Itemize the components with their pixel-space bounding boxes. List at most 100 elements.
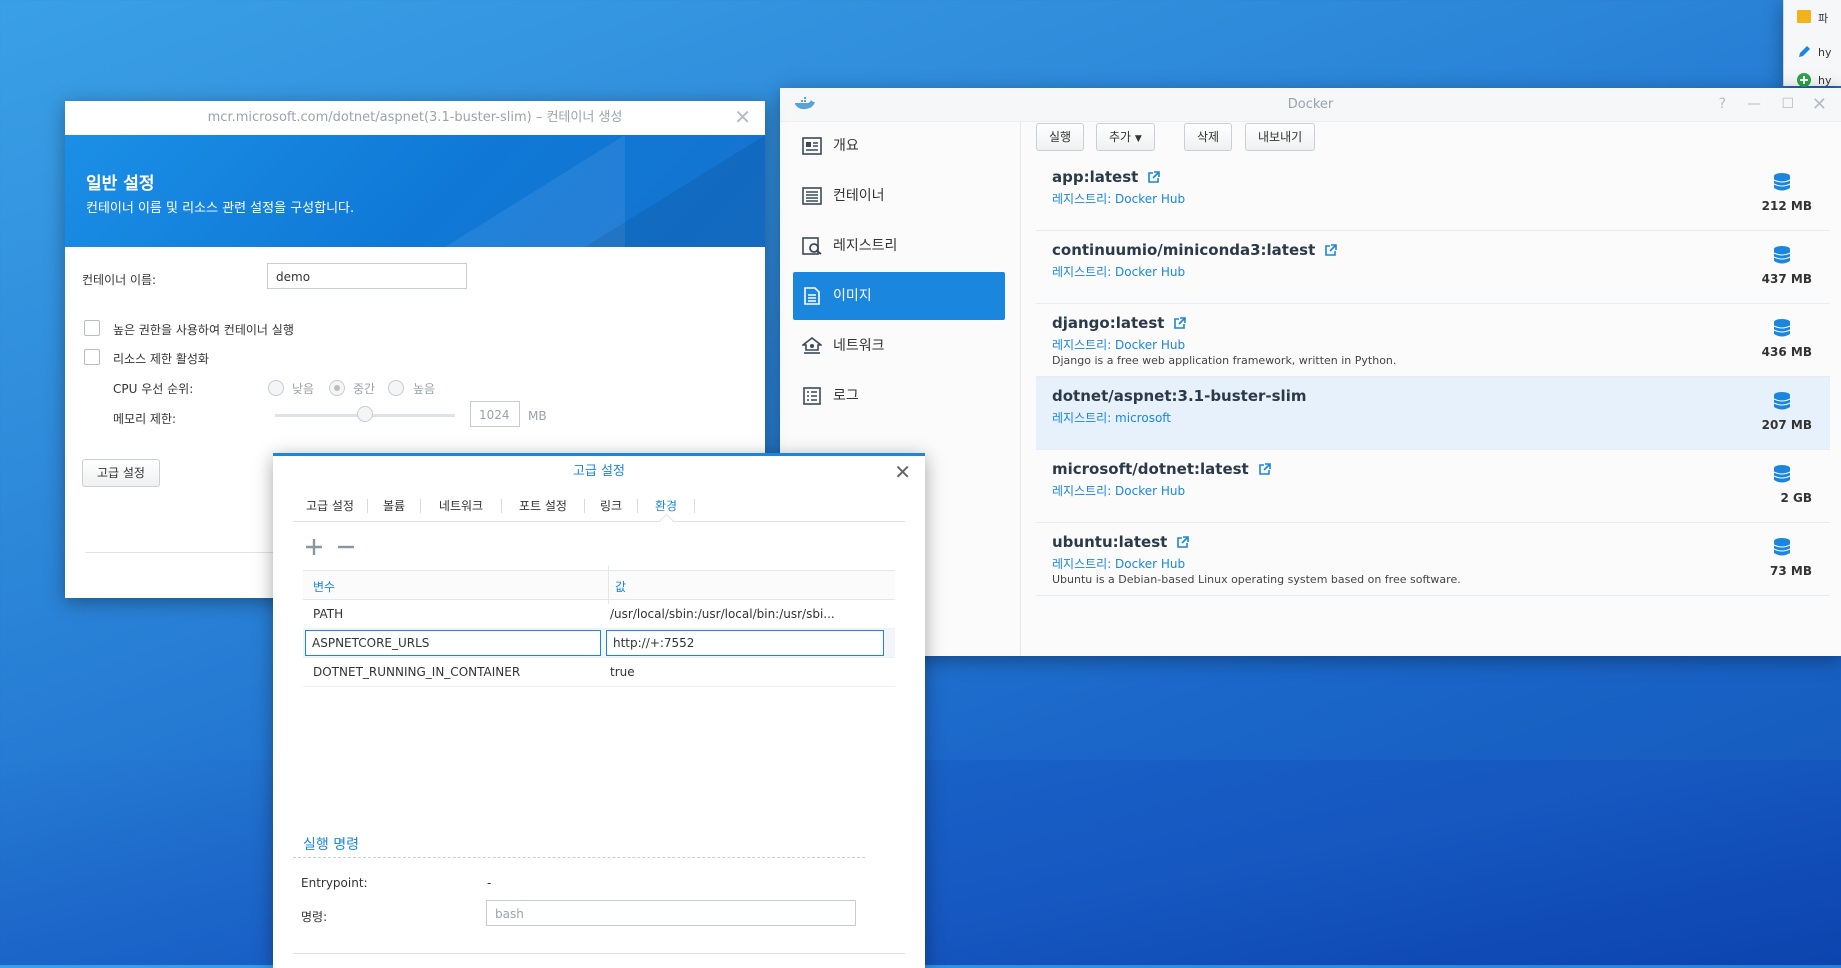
network-icon	[802, 337, 822, 354]
environment-grid: 변수 값 PATH /usr/local/sbin:/usr/local/bin…	[303, 566, 895, 687]
image-name-text: ubuntu:latest	[1052, 533, 1168, 551]
table-row[interactable]: PATH /usr/local/sbin:/usr/local/bin:/usr…	[303, 600, 895, 629]
image-size: 207 MB	[1761, 418, 1812, 432]
docker-whale-icon	[795, 97, 815, 110]
env-value-cell: true	[610, 665, 635, 679]
help-icon[interactable]: ?	[1719, 88, 1726, 121]
database-icon	[1773, 465, 1791, 483]
sidebar-item-container[interactable]: 컨테이너	[793, 172, 1005, 220]
entrypoint-label: Entrypoint:	[301, 876, 368, 890]
external-link-icon[interactable]	[1148, 171, 1161, 183]
image-list-item[interactable]: app:latest 레지스트리: Docker Hub 212 MB	[1036, 158, 1830, 231]
table-row[interactable]: ASPNETCORE_URLS http://+:7552	[303, 629, 895, 658]
advanced-tabs: 고급 설정 볼륨 네트워크 포트 설정 링크 환경	[293, 491, 905, 530]
add-circle-icon	[1797, 73, 1811, 87]
caret-down-icon: ▼	[1134, 134, 1142, 144]
env-variable-input[interactable]: ASPNETCORE_URLS	[305, 630, 601, 656]
close-icon[interactable]: ✕	[1812, 88, 1827, 121]
run-button[interactable]: 실행	[1036, 123, 1085, 151]
wizard-banner: 일반 설정 컨테이너 이름 및 리소스 관련 설정을 구성합니다.	[65, 135, 765, 247]
container-name-input[interactable]: demo	[267, 263, 467, 289]
remove-icon[interactable]	[335, 536, 357, 558]
cpu-low-label: 낮음	[292, 382, 315, 396]
add-icon[interactable]	[303, 536, 325, 558]
sidebar-item-overview[interactable]: 개요	[793, 122, 1005, 170]
image-name-text: app:latest	[1052, 168, 1139, 186]
variable-column-header[interactable]: 변수	[313, 578, 335, 595]
cpu-high-radio[interactable]	[388, 380, 404, 396]
value-column-header[interactable]: 값	[615, 578, 626, 595]
memory-value-input[interactable]: 1024	[470, 401, 520, 427]
sidebar-item-registry[interactable]: 레지스트리	[793, 222, 1005, 270]
advanced-settings-button[interactable]: 고급 설정	[82, 459, 160, 487]
resource-limit-label: 리소스 제한 활성화	[113, 352, 209, 366]
maximize-icon[interactable]: ☐	[1781, 88, 1794, 121]
memory-slider-handle[interactable]	[357, 406, 373, 422]
sidebar-item-label: 네트워크	[833, 338, 885, 354]
tab-network[interactable]: 네트워크	[421, 491, 501, 521]
database-icon	[1773, 246, 1791, 264]
image-name-text: microsoft/dotnet:latest	[1052, 460, 1249, 478]
side-window-item[interactable]: hy	[1818, 46, 1831, 59]
tab-volume[interactable]: 볼륨	[368, 491, 420, 521]
image-list-item[interactable]: microsoft/dotnet:latest 레지스트리: Docker Hub…	[1036, 450, 1830, 523]
image-registry: 레지스트리: Docker Hub	[1052, 265, 1186, 279]
exec-command-section-title: 실행 명령	[303, 837, 359, 853]
section-divider	[293, 857, 865, 858]
container-icon	[802, 187, 822, 205]
cpu-medium-radio[interactable]	[329, 380, 345, 396]
external-link-icon[interactable]	[1258, 463, 1271, 475]
divider	[293, 953, 905, 954]
export-button[interactable]: 내보내기	[1245, 123, 1316, 151]
image-name: django:latest	[1052, 314, 1187, 332]
image-list-item[interactable]: continuumio/miniconda3:latest 레지스트리: Dock…	[1036, 231, 1830, 304]
advanced-titlebar[interactable]: 고급 설정 ✕	[273, 456, 925, 488]
sidebar-item-label: 로그	[833, 388, 859, 404]
image-list-item[interactable]: ubuntu:latest 레지스트리: Docker Hub Ubuntu is …	[1036, 523, 1830, 596]
side-window-item[interactable]: 파	[1818, 10, 1828, 26]
table-row[interactable]: DOTNET_RUNNING_IN_CONTAINER true	[303, 658, 895, 687]
privileged-checkbox[interactable]	[84, 320, 100, 336]
sidebar-item-label: 이미지	[833, 288, 872, 304]
close-icon[interactable]: ✕	[734, 101, 751, 134]
image-list-item[interactable]: dotnet/aspnet:3.1-buster-slim 레지스트리: micr…	[1036, 377, 1830, 450]
env-value-input[interactable]: http://+:7552	[606, 630, 884, 656]
image-list-item[interactable]: django:latest 레지스트리: Docker Hub Django is …	[1036, 304, 1830, 377]
cpu-low-radio[interactable]	[268, 380, 284, 396]
image-size: 212 MB	[1761, 199, 1812, 213]
resource-limit-checkbox[interactable]	[84, 349, 100, 365]
cpu-medium-label: 중간	[353, 382, 376, 396]
container-name-label: 컨테이너 이름:	[82, 273, 157, 287]
image-size: 436 MB	[1761, 345, 1812, 359]
add-dropdown-button[interactable]: 추가 ▼	[1096, 123, 1155, 151]
external-link-icon[interactable]	[1174, 317, 1187, 329]
delete-button[interactable]: 삭제	[1184, 123, 1233, 151]
tab-links[interactable]: 링크	[585, 491, 637, 521]
advanced-title: 고급 설정	[573, 464, 625, 479]
sidebar-item-log[interactable]: 로그	[793, 372, 1005, 420]
image-size: 437 MB	[1761, 272, 1812, 286]
image-size: 73 MB	[1770, 564, 1812, 578]
docker-titlebar[interactable]: Docker ? — ☐ ✕	[780, 88, 1841, 122]
env-variable-cell: PATH	[313, 607, 344, 621]
image-name: continuumio/miniconda3:latest	[1052, 241, 1338, 259]
command-input[interactable]: bash	[486, 900, 856, 926]
pen-icon	[1799, 46, 1810, 57]
wizard-titlebar[interactable]: mcr.microsoft.com/dotnet/aspnet(3.1-bust…	[65, 101, 765, 134]
env-variable-cell: DOTNET_RUNNING_IN_CONTAINER	[313, 665, 521, 679]
sidebar-item-network[interactable]: 네트워크	[793, 322, 1005, 370]
folder-icon	[1797, 10, 1811, 23]
image-name-text: continuumio/miniconda3:latest	[1052, 241, 1316, 259]
external-link-icon[interactable]	[1177, 536, 1190, 548]
tab-port-settings[interactable]: 포트 설정	[502, 491, 584, 521]
sidebar-item-label: 개요	[833, 138, 859, 154]
tab-advanced[interactable]: 고급 설정	[293, 491, 367, 521]
side-window-item[interactable]: hy	[1818, 74, 1831, 87]
image-name: microsoft/dotnet:latest	[1052, 460, 1271, 478]
minimize-icon[interactable]: —	[1747, 88, 1761, 121]
sidebar-item-image[interactable]: 이미지	[793, 272, 1005, 320]
docker-window: Docker ? — ☐ ✕ 개요 컨테이너 레지스트리 이미지 네트워크 로그	[780, 88, 1841, 656]
add-button-label: 추가	[1109, 130, 1132, 144]
external-link-icon[interactable]	[1325, 244, 1338, 256]
close-icon[interactable]: ✕	[894, 456, 911, 489]
